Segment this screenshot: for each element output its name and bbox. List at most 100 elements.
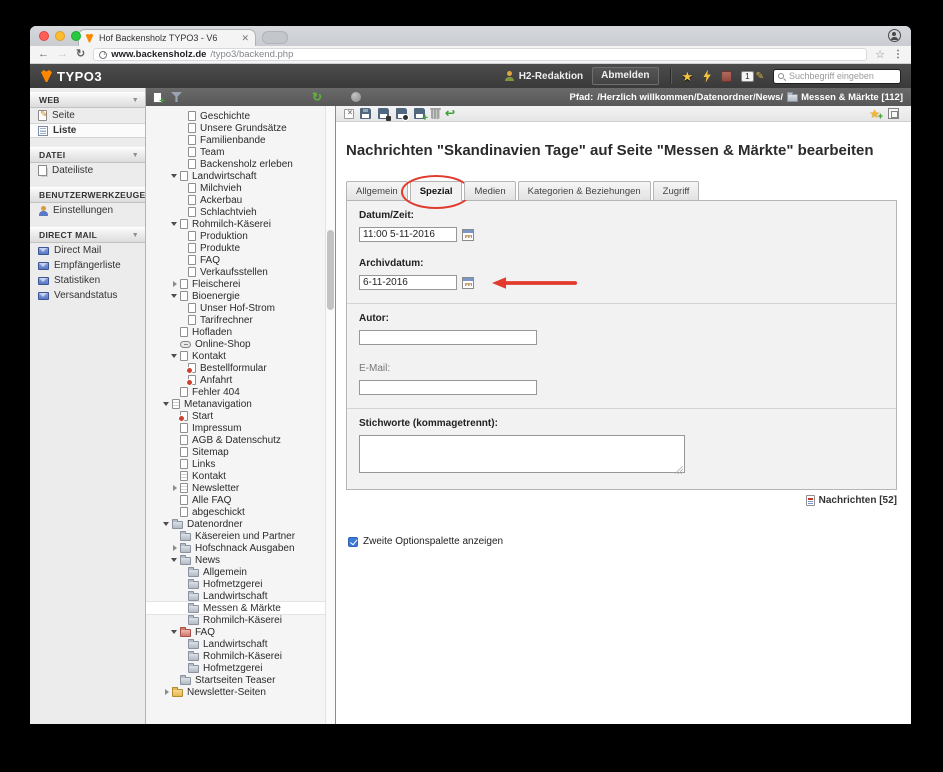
address-field[interactable]: www.backensholz.de /typo3/backend.php [93, 48, 867, 61]
tab-spezial[interactable]: Spezial [410, 181, 463, 201]
expander-open-icon[interactable] [162, 398, 172, 410]
sidebar-item-statistiken[interactable]: Statistiken [30, 273, 145, 288]
tree-item[interactable]: Kontakt [146, 470, 335, 482]
sidebar-item-empf-ngerliste[interactable]: Empfängerliste [30, 258, 145, 273]
tab-zugriff[interactable]: Zugriff [653, 181, 700, 200]
tree-item[interactable]: Fleischerei [146, 278, 335, 290]
minimize-window-button[interactable] [55, 31, 65, 41]
tree-item[interactable]: Bestellformular [146, 362, 335, 374]
tree-item[interactable]: Hofmetzgerei [146, 662, 335, 674]
opened-documents[interactable]: 1 ✎ [741, 71, 764, 82]
tree-item[interactable]: Rohmilch-Käserei [146, 218, 335, 230]
tree-item[interactable]: Unser Hof-Strom [146, 302, 335, 314]
tab-medien[interactable]: Medien [464, 181, 515, 200]
expander-closed-icon[interactable] [170, 542, 180, 554]
reload-icon[interactable]: ↻ [76, 49, 85, 60]
tree-item[interactable]: Landwirtschaft [146, 638, 335, 650]
expander-open-icon[interactable] [170, 170, 180, 182]
sidebar-item-seite[interactable]: Seite [30, 108, 145, 123]
expander-closed-icon[interactable] [170, 482, 180, 494]
tree-item[interactable]: Newsletter [146, 482, 335, 494]
sidebar-item-versandstatus[interactable]: Versandstatus [30, 288, 145, 303]
expander-closed-icon[interactable] [170, 278, 180, 290]
tree-item[interactable]: Online-Shop [146, 338, 335, 350]
bookmark-page-icon[interactable]: ☆ [875, 48, 885, 61]
search-input[interactable] [787, 70, 896, 82]
tree-item[interactable]: Fehler 404 [146, 386, 335, 398]
sidebar-item-liste[interactable]: Liste [30, 123, 145, 138]
tree-item[interactable]: Landwirtschaft [146, 590, 335, 602]
tree-item[interactable]: Verkaufsstellen [146, 266, 335, 278]
calendar-icon[interactable] [462, 277, 474, 289]
tree-item[interactable]: Produktion [146, 230, 335, 242]
filter-icon[interactable] [171, 92, 182, 102]
help-circle-icon[interactable] [351, 92, 361, 102]
tree-scrollbar[interactable] [325, 106, 335, 724]
typo3-logo[interactable]: TYPO3 [40, 69, 102, 84]
email-input[interactable] [359, 380, 537, 395]
sidebar-item-dateiliste[interactable]: Dateiliste [30, 163, 145, 178]
save-new-icon[interactable] [414, 108, 425, 119]
tree-item[interactable]: AGB & Datenschutz [146, 434, 335, 446]
keywords-textarea[interactable] [359, 435, 685, 473]
tree-item[interactable]: News [146, 554, 335, 566]
tree-item[interactable]: Alle FAQ [146, 494, 335, 506]
tree-item[interactable]: Rohmilch-Käserei [146, 650, 335, 662]
site-info-icon[interactable] [99, 51, 107, 59]
module-section-header[interactable]: WEB▼ [30, 92, 145, 108]
tree-item[interactable]: Tarifrechner [146, 314, 335, 326]
module-section-header[interactable]: DATEI▼ [30, 147, 145, 163]
browser-menu-icon[interactable]: ⋮ [893, 49, 903, 60]
tree-item[interactable]: Impressum [146, 422, 335, 434]
tree-item[interactable]: Schlachtvieh [146, 206, 335, 218]
new-page-icon[interactable] [153, 92, 162, 103]
module-section-header[interactable]: DIRECT MAIL▼ [30, 227, 145, 243]
tree-item[interactable]: Milchvieh [146, 182, 335, 194]
clear-cache-bolt-icon[interactable] [702, 70, 712, 83]
expander-open-icon[interactable] [170, 554, 180, 566]
help-book-icon[interactable] [721, 71, 732, 82]
tree-item[interactable]: Start [146, 410, 335, 422]
calendar-icon[interactable] [462, 229, 474, 241]
tree-scrollbar-thumb[interactable] [327, 230, 334, 310]
bookmark-star-icon[interactable]: ★ [682, 70, 694, 83]
tree-item[interactable]: Kontakt [146, 350, 335, 362]
bookmark-add-icon[interactable]: ★ [869, 108, 880, 120]
tree-item[interactable]: Hofmetzgerei [146, 578, 335, 590]
expander-open-icon[interactable] [162, 518, 172, 530]
tree-item[interactable]: Sitemap [146, 446, 335, 458]
expander-open-icon[interactable] [170, 290, 180, 302]
second-palette-checkbox[interactable] [348, 537, 358, 547]
new-tab-button[interactable] [262, 31, 288, 44]
tree-item[interactable]: Bioenergie [146, 290, 335, 302]
tree-item[interactable]: Unsere Grundsätze [146, 122, 335, 134]
tree-item[interactable]: Käsereien und Partner [146, 530, 335, 542]
tab-close-icon[interactable]: ✕ [241, 34, 249, 43]
trash-icon[interactable] [431, 110, 440, 119]
tab-kategorien-beziehungen[interactable]: Kategorien & Beziehungen [518, 181, 651, 200]
module-section-header[interactable]: BENUTZERWERKZEUGE [30, 187, 145, 203]
archive-date-input[interactable] [359, 275, 457, 290]
tree-item[interactable]: Team [146, 146, 335, 158]
datetime-input[interactable] [359, 227, 457, 242]
tree-item[interactable]: Hofladen [146, 326, 335, 338]
tree-item[interactable]: Backensholz erleben [146, 158, 335, 170]
tree-item[interactable]: Newsletter-Seiten [146, 686, 335, 698]
tree-item[interactable]: Ackerbau [146, 194, 335, 206]
tree-item[interactable]: Anfahrt [146, 374, 335, 386]
tree-item[interactable]: Startseiten Teaser [146, 674, 335, 686]
tree-item[interactable]: abgeschickt [146, 506, 335, 518]
logged-in-user[interactable]: H2-Redaktion [505, 71, 583, 82]
tree-item[interactable]: Hofschnack Ausgaben [146, 542, 335, 554]
zoom-window-button[interactable] [71, 31, 81, 41]
browser-profile-icon[interactable] [888, 29, 901, 42]
undo-icon[interactable]: ↩ [445, 108, 455, 119]
record-count-link[interactable]: Nachrichten [52] [346, 495, 897, 506]
tree-item[interactable]: FAQ [146, 254, 335, 266]
tree-item[interactable]: Metanavigation [146, 398, 335, 410]
tree-item[interactable]: Landwirtschaft [146, 170, 335, 182]
close-icon[interactable] [344, 109, 354, 119]
browser-tab[interactable]: Hof Backensholz TYPO3 - V6 ✕ [78, 29, 256, 46]
tree-item[interactable]: Datenordner [146, 518, 335, 530]
tree-item[interactable]: Geschichte [146, 110, 335, 122]
